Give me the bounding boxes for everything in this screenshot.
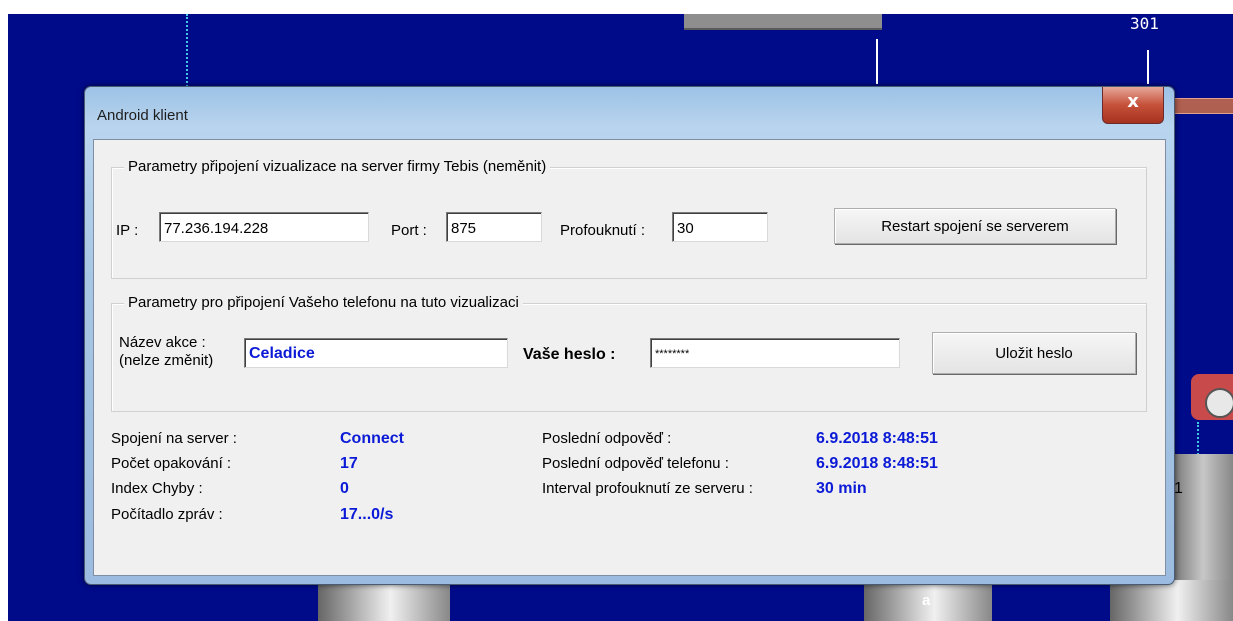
- status-value-blow-interval: 30 min: [816, 480, 867, 497]
- status-value-last-response: 6.9.2018 8:48:51: [816, 430, 938, 447]
- dialog-client-area: Parametry připojení vizualizace na serve…: [93, 139, 1166, 576]
- action-name-label: Název akce :: [119, 334, 206, 351]
- password-label: Vaše heslo :: [523, 346, 616, 363]
- password-input[interactable]: [650, 338, 900, 368]
- blow-interval-input[interactable]: [672, 212, 768, 242]
- restart-connection-button[interactable]: Restart spojení se serverem: [834, 208, 1116, 244]
- ip-input[interactable]: [159, 212, 369, 242]
- status-label-blow-interval: Interval profouknutí ze serveru :: [542, 480, 753, 497]
- pipe-letter-label: a: [922, 592, 931, 609]
- dotted-line: [186, 14, 188, 94]
- android-client-dialog: Android klient x Parametry připojení viz…: [84, 86, 1175, 585]
- status-label-error-index: Index Chyby :: [111, 480, 203, 497]
- tank-number-label: 301: [1130, 14, 1159, 33]
- port-label: Port :: [391, 222, 427, 239]
- white-line: [876, 39, 878, 84]
- pipe: [318, 580, 450, 621]
- phone-group-legend: Parametry pro připojení Vašeho telefonu …: [124, 294, 523, 311]
- status-label-message-counter: Počítadlo zpráv :: [111, 506, 223, 523]
- port-input[interactable]: [446, 212, 542, 242]
- phone-params-group: Parametry pro připojení Vašeho telefonu …: [111, 294, 1147, 412]
- pump-wheel-icon: [1205, 388, 1233, 418]
- blow-interval-label: Profouknutí :: [560, 222, 646, 239]
- status-value-connection: Connect: [340, 430, 404, 447]
- server-group-legend: Parametry připojení vizualizace na serve…: [124, 158, 551, 175]
- side-digit: 1: [1174, 480, 1183, 497]
- save-password-button[interactable]: Uložit heslo: [932, 332, 1136, 374]
- action-name-note: (nelze změnit): [119, 352, 214, 369]
- dialog-title: Android klient: [97, 107, 188, 124]
- status-label-last-response: Poslední odpověď :: [542, 430, 672, 447]
- close-button[interactable]: x: [1102, 87, 1164, 124]
- status-value-message-counter: 17...0/s: [340, 506, 394, 523]
- white-line: [1147, 50, 1149, 84]
- status-value-last-phone-response: 6.9.2018 8:48:51: [816, 455, 938, 472]
- ip-label: IP :: [116, 222, 139, 239]
- gray-panel: [1173, 454, 1233, 584]
- scale-bar: [1166, 98, 1233, 114]
- status-value-error-index: 0: [340, 480, 349, 497]
- server-params-group: Parametry připojení vizualizace na serve…: [111, 158, 1147, 279]
- status-value-retries: 17: [340, 455, 358, 472]
- pipe: [1110, 580, 1233, 621]
- status-label-connection: Spojení na server :: [111, 430, 237, 447]
- gray-bar: [684, 14, 882, 30]
- status-label-last-phone-response: Poslední odpověď telefonu :: [542, 455, 729, 472]
- status-label-retries: Počet opakování :: [111, 455, 232, 472]
- action-name-field: [244, 338, 508, 368]
